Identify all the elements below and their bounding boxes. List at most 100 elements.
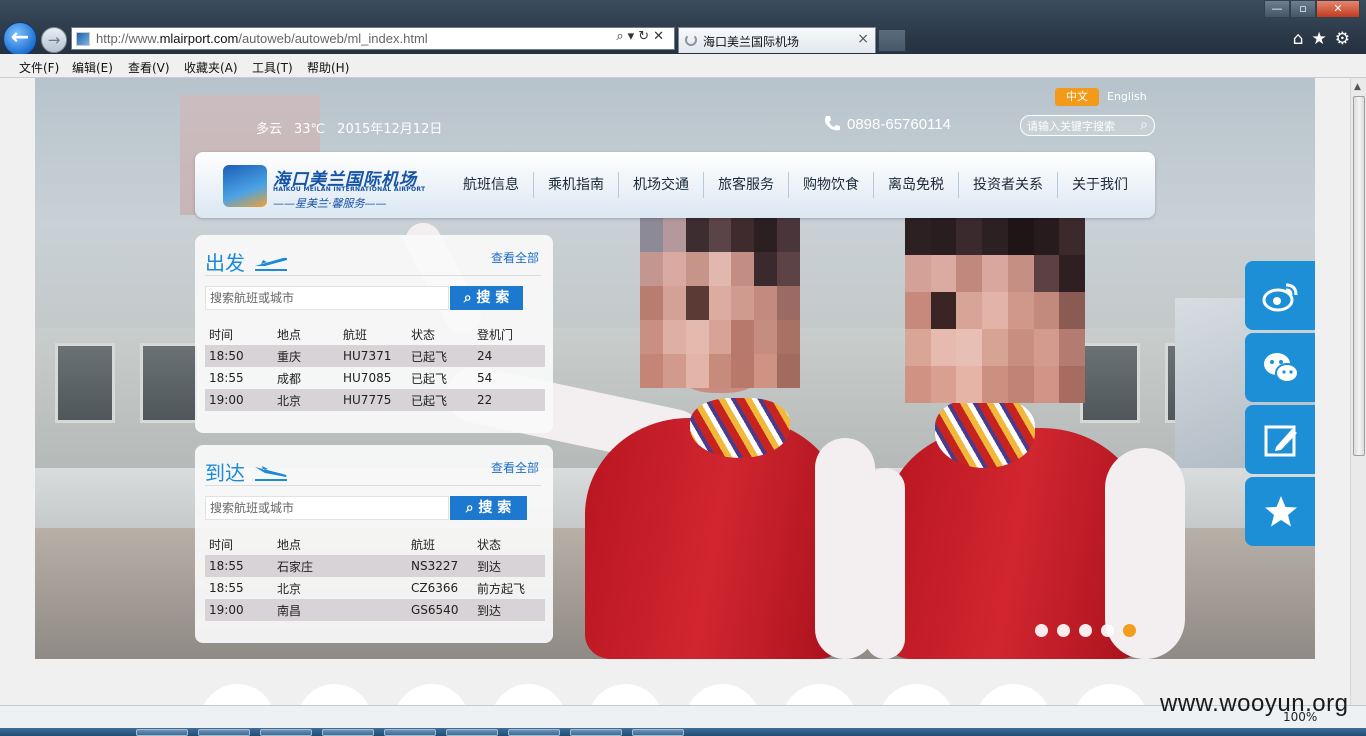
service-shortcuts [200, 684, 1148, 705]
arrival-search-input[interactable] [206, 497, 442, 519]
browser-tab[interactable]: 海口美兰国际机场 × [678, 27, 876, 53]
taskbar-app[interactable] [136, 729, 188, 736]
col-place: 地点 [277, 327, 302, 342]
taskbar-app[interactable] [322, 729, 374, 736]
site-search-input[interactable] [1027, 118, 1132, 134]
cell-status: 前方起飞 [477, 581, 526, 596]
menu-help[interactable]: 帮助(H) [307, 59, 349, 76]
wechat-button[interactable] [1245, 333, 1315, 402]
site-search-box[interactable]: ⌕ [1020, 115, 1155, 136]
taskbar-app[interactable] [632, 729, 684, 736]
menu-edit[interactable]: 编辑(E) [72, 59, 113, 76]
arrival-search-box[interactable] [205, 496, 449, 520]
service-shortcut[interactable] [491, 684, 566, 705]
departure-view-all-link[interactable]: 查看全部 [491, 249, 539, 266]
new-tab-button[interactable] [878, 29, 906, 52]
nav-passenger-service[interactable]: 旅客服务 [703, 172, 788, 198]
feedback-button[interactable] [1245, 405, 1315, 474]
cell-status: 已起飞 [411, 371, 448, 386]
service-shortcut[interactable] [588, 684, 663, 705]
nav-about-us[interactable]: 关于我们 [1057, 172, 1142, 198]
close-button[interactable]: ✕ [1316, 0, 1360, 18]
address-tools[interactable]: ⌕▾↻✕ [616, 29, 668, 44]
carousel-dot-5-active[interactable] [1123, 624, 1136, 637]
service-shortcut[interactable] [685, 684, 760, 705]
taskbar-app[interactable] [508, 729, 560, 736]
vertical-scrollbar[interactable]: ▲ [1350, 78, 1366, 705]
departure-search-button[interactable]: ⌕ 搜 索 [450, 286, 523, 310]
departure-search-box[interactable] [205, 286, 449, 310]
address-bar[interactable]: http://www.mlairport.com/autoweb/autoweb… [71, 27, 675, 50]
departure-title: 出发 [205, 251, 245, 275]
nav-menu: 航班信息 乘机指南 机场交通 旅客服务 购物饮食 离岛免税 投资者关系 关于我们 [449, 152, 1142, 218]
scroll-up-icon[interactable]: ▲ [1354, 82, 1361, 92]
taskbar-app[interactable] [260, 729, 312, 736]
service-shortcut[interactable] [394, 684, 469, 705]
address-url[interactable]: http://www.mlairport.com/autoweb/autoweb… [96, 31, 428, 46]
taskbar-app[interactable] [384, 729, 436, 736]
departure-table: 时间 地点 航班 状态 登机门 18:50 重庆 HU7371 已起飞 24 18:55… [205, 323, 545, 411]
weibo-button[interactable] [1245, 261, 1315, 330]
taskbar-app[interactable] [446, 729, 498, 736]
airport-logo[interactable]: 海口美兰国际机场 HAIKOU MEILAN INTERNATIONAL AIR… [223, 165, 425, 210]
service-shortcut[interactable] [879, 684, 954, 705]
lang-chinese-button[interactable]: 中文 [1055, 88, 1099, 106]
service-shortcut[interactable] [976, 684, 1051, 705]
arrival-view-all-link[interactable]: 查看全部 [491, 459, 539, 476]
back-button[interactable]: ← [3, 22, 37, 56]
scrollbar-thumb[interactable] [1353, 96, 1365, 456]
lang-english-link[interactable]: English [1107, 90, 1147, 103]
table-row[interactable]: 18:55 成都 HU7085 已起飞 54 [205, 367, 545, 389]
page-viewport: 多云 33℃ 2015年12月12日 中文 English 0898-6576011… [0, 78, 1350, 705]
favorite-button[interactable] [1245, 477, 1315, 546]
search-icon[interactable]: ⌕ [1140, 117, 1148, 133]
arrival-panel: 到达 查看全部 ⌕ 搜 索 时间 地点 航班 状态 18:55石家庄NS3227… [195, 445, 553, 643]
table-header: 时间 地点 航班 状态 登机门 [205, 323, 545, 345]
service-shortcut[interactable] [1073, 684, 1148, 705]
menu-tools[interactable]: 工具(T) [252, 59, 293, 76]
favicon-icon [76, 32, 90, 46]
nav-shopping-dining[interactable]: 购物饮食 [788, 172, 873, 198]
nav-duty-free[interactable]: 离岛免税 [873, 172, 958, 198]
menu-view[interactable]: 查看(V) [128, 59, 170, 76]
taskbar-app[interactable] [198, 729, 250, 736]
table-header: 时间 地点 航班 状态 [205, 533, 545, 555]
cell-status: 到达 [473, 555, 545, 577]
table-row[interactable]: 18:55 石家庄 NS3227 到达 [205, 555, 545, 577]
service-shortcut[interactable] [297, 684, 372, 705]
taskbar-app[interactable] [570, 729, 622, 736]
minimize-button[interactable]: — [1264, 0, 1290, 18]
carousel-dot-1[interactable] [1035, 624, 1048, 637]
maximize-button[interactable]: ▫ [1290, 0, 1316, 18]
cell-time: 18:50 [205, 345, 273, 367]
table-row[interactable]: 19:00 南昌 GS6540 到达 [205, 599, 545, 621]
service-shortcut[interactable] [782, 684, 857, 705]
table-row[interactable]: 19:00 北京 HU7775 已起飞 22 [205, 389, 545, 411]
table-row[interactable]: 18:50 重庆 HU7371 已起飞 24 [205, 345, 545, 367]
arrival-search-button[interactable]: ⌕ 搜 索 [450, 496, 527, 520]
forward-button[interactable]: → [41, 27, 67, 53]
nav-airport-transport[interactable]: 机场交通 [618, 172, 703, 198]
carousel-dot-3[interactable] [1079, 624, 1092, 637]
divider [205, 485, 541, 486]
cell-gate: 22 [473, 389, 545, 411]
tab-title: 海口美兰国际机场 [703, 35, 800, 49]
carousel-dot-4[interactable] [1101, 624, 1114, 637]
cell-gate: 24 [473, 345, 545, 367]
nav-flight-info[interactable]: 航班信息 [449, 172, 533, 198]
departure-search-input[interactable] [206, 287, 442, 309]
social-sidebar [1245, 261, 1315, 549]
nav-investor-relations[interactable]: 投资者关系 [958, 172, 1057, 198]
cell-flight: HU7775 [339, 389, 407, 411]
menu-bar: 文件(F) 编辑(E) 查看(V) 收藏夹(A) 工具(T) 帮助(H) [0, 54, 1366, 78]
cell-status: 到达 [473, 599, 545, 621]
menu-file[interactable]: 文件(F) [19, 59, 59, 76]
tab-close-icon[interactable]: × [857, 31, 869, 47]
table-row[interactable]: 18:55 北京 CZ6366 前方起飞 [205, 577, 545, 599]
phone-icon [825, 116, 840, 131]
service-shortcut[interactable] [200, 684, 275, 705]
menu-favorites[interactable]: 收藏夹(A) [184, 59, 238, 76]
nav-boarding-guide[interactable]: 乘机指南 [533, 172, 618, 198]
browser-right-tools[interactable]: ⌂★⚙ [1293, 29, 1358, 49]
carousel-dot-2[interactable] [1057, 624, 1070, 637]
